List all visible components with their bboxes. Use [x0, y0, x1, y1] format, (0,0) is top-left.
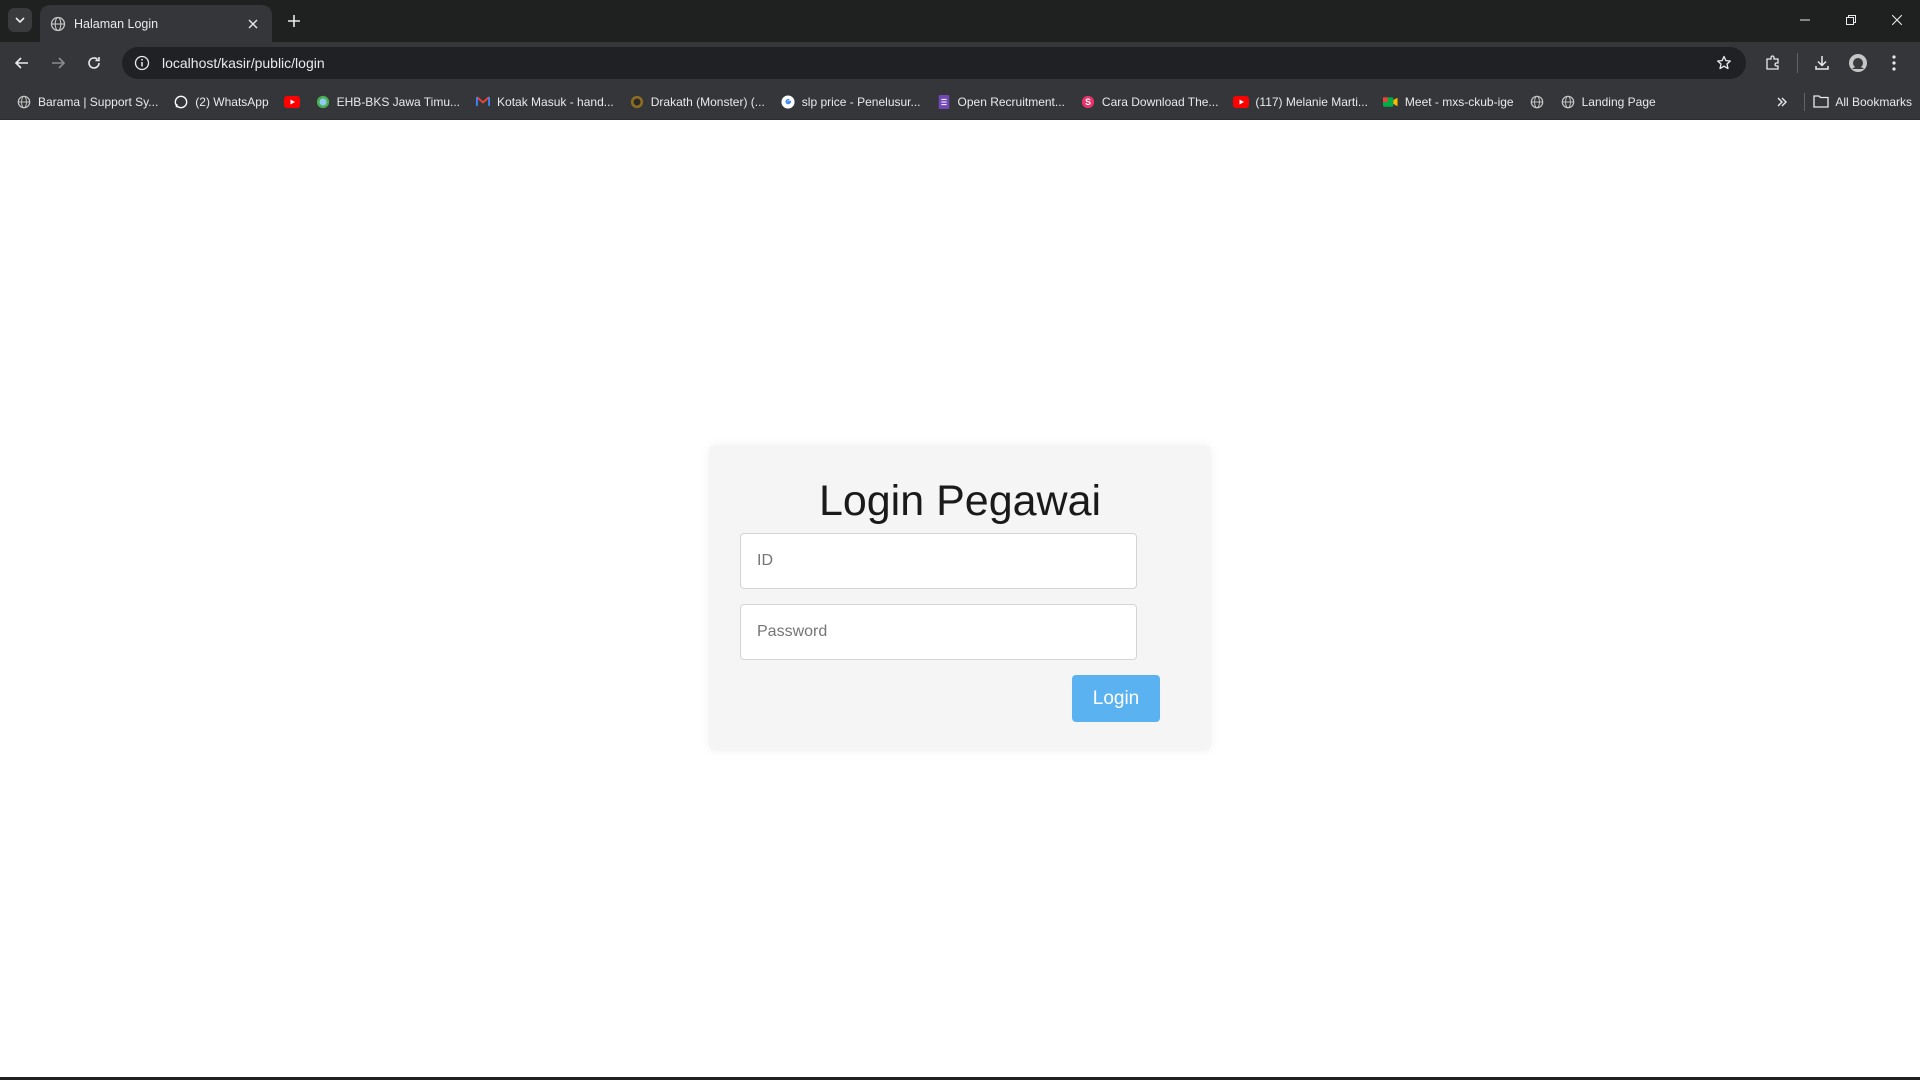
address-bar[interactable]: localhost/kasir/public/login	[122, 47, 1746, 79]
arrow-left-icon	[14, 57, 28, 69]
minimize-icon	[1800, 19, 1810, 21]
puzzle-icon	[1766, 55, 1779, 70]
bookmark-label: (2) WhatsApp	[195, 94, 269, 109]
back-button[interactable]	[6, 47, 38, 79]
extensions-button[interactable]	[1755, 47, 1791, 79]
globe-icon	[1529, 94, 1545, 110]
ehb-icon	[315, 94, 331, 110]
tab-strip: Halaman Login	[0, 0, 1920, 42]
youtube-icon	[1233, 94, 1250, 110]
bookmark-item[interactable]: (2) WhatsApp	[167, 88, 274, 116]
drakath-icon	[629, 94, 645, 110]
tab-title: Halaman Login	[74, 16, 159, 31]
bookmark-item[interactable]: Barama | Support Sy...	[10, 88, 164, 116]
bookmark-item[interactable]	[1523, 88, 1551, 116]
bookmark-item[interactable]: slp price - Penelusur...	[774, 88, 927, 116]
login-title: Login Pegawai	[818, 477, 1102, 525]
bookmark-item[interactable]: Kotak Masuk - hand...	[469, 88, 620, 116]
bookmark-item[interactable]	[278, 88, 306, 116]
address-url[interactable]: localhost/kasir/public/login	[162, 55, 1712, 71]
folder-icon	[1813, 94, 1829, 110]
svg-text:S: S	[1085, 97, 1091, 107]
bookmark-label: Kotak Masuk - hand...	[497, 94, 614, 109]
bookmark-label: Cara Download The...	[1101, 94, 1219, 109]
download-icon	[1815, 56, 1829, 70]
bookmark-label: Landing Page	[1581, 94, 1656, 109]
plus-icon	[288, 15, 300, 27]
more-vertical-icon	[1892, 55, 1896, 71]
arrow-right-icon	[52, 57, 66, 69]
window-controls	[1782, 0, 1920, 42]
bookmark-label: (117) Melanie Marti...	[1255, 94, 1368, 109]
forms-icon	[936, 94, 952, 110]
bookmark-star-icon[interactable]	[1712, 51, 1736, 75]
bookmark-item[interactable]: EHB-BKS Jawa Timu...	[309, 88, 466, 116]
bookmarks-bar: Barama | Support Sy... (2) WhatsApp EHB-…	[0, 84, 1920, 120]
new-tab-button[interactable]	[282, 9, 306, 33]
gmail-icon	[475, 94, 491, 110]
close-tab-icon[interactable]	[244, 15, 262, 33]
toolbar-actions	[1755, 47, 1912, 79]
double-chevron-right-icon	[1777, 97, 1788, 107]
bookmark-item[interactable]: Drakath (Monster) (...	[623, 88, 771, 116]
bookmark-label: Drakath (Monster) (...	[650, 94, 765, 109]
s-icon: S	[1080, 94, 1096, 110]
bookmark-label: slp price - Penelusur...	[801, 94, 921, 109]
bookmark-label: EHB-BKS Jawa Timu...	[336, 94, 461, 109]
profile-button[interactable]	[1840, 47, 1876, 79]
bookmark-item[interactable]: Meet - mxs-ckub-ige	[1377, 88, 1520, 116]
bookmark-item[interactable]: Open Recruitment...	[930, 88, 1071, 116]
toolbar-divider	[1797, 53, 1798, 73]
browser-window: Halaman Login localhost/kasir/public/log…	[0, 0, 1920, 1080]
bookmark-label: Meet - mxs-ckub-ige	[1404, 94, 1514, 109]
site-info-icon[interactable]	[130, 51, 154, 75]
restore-button[interactable]	[1828, 0, 1874, 40]
more-bookmarks-button[interactable]	[1768, 88, 1796, 116]
login-button[interactable]: Login	[1072, 675, 1160, 722]
bookmark-label: Open Recruitment...	[957, 94, 1065, 109]
login-card: Login Pegawai Login	[709, 445, 1211, 751]
downloads-button[interactable]	[1804, 47, 1840, 79]
avatar-icon	[1849, 54, 1867, 72]
whatsapp-icon	[173, 94, 189, 110]
close-window-button[interactable]	[1874, 0, 1920, 40]
globe-icon	[50, 16, 66, 32]
globe-icon	[1560, 94, 1576, 110]
globe-icon	[16, 94, 32, 110]
page-viewport: Login Pegawai Login	[0, 120, 1920, 1077]
password-input[interactable]	[740, 604, 1137, 660]
google-icon	[780, 94, 796, 110]
meet-icon	[1383, 94, 1399, 110]
all-bookmarks-label: All Bookmarks	[1835, 95, 1912, 109]
id-input[interactable]	[740, 533, 1137, 589]
bookmark-label: Barama | Support Sy...	[38, 94, 159, 109]
minimize-button[interactable]	[1782, 0, 1828, 40]
tab-search-button[interactable]	[8, 8, 32, 32]
chevron-down-icon	[15, 17, 25, 24]
reload-icon	[88, 57, 100, 69]
all-bookmarks-button[interactable]: All Bookmarks	[1813, 94, 1912, 110]
menu-button[interactable]	[1876, 47, 1912, 79]
bookmark-item[interactable]: (117) Melanie Marti...	[1227, 88, 1373, 116]
close-icon	[1892, 15, 1902, 25]
bookmarks-divider	[1804, 93, 1806, 111]
restore-icon	[1846, 15, 1856, 25]
tab-active[interactable]: Halaman Login	[40, 5, 272, 42]
browser-toolbar: localhost/kasir/public/login	[0, 42, 1920, 84]
reload-button[interactable]	[78, 47, 110, 79]
youtube-icon	[283, 94, 300, 110]
forward-button[interactable]	[42, 47, 74, 79]
bookmarks-bar-right: All Bookmarks	[1768, 88, 1912, 116]
bookmark-item[interactable]: Landing Page	[1554, 88, 1662, 116]
bookmark-item[interactable]: S Cara Download The...	[1074, 88, 1225, 116]
